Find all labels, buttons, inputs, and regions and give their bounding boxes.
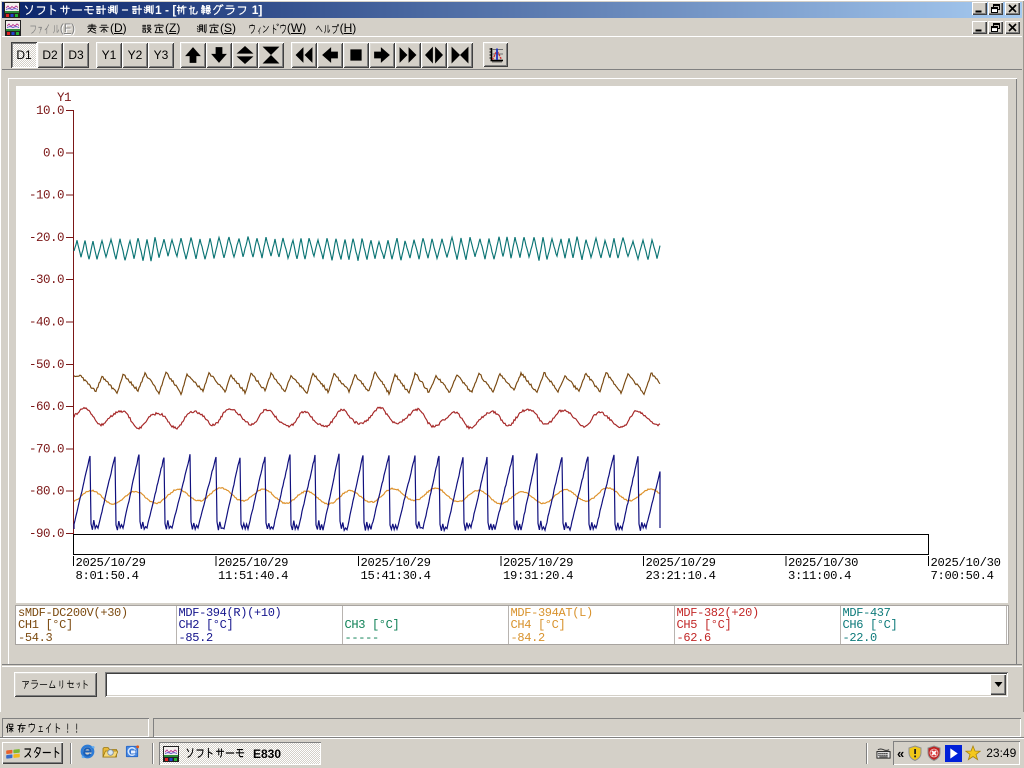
svg-text:15:41:30.4: 15:41:30.4 (361, 569, 431, 583)
svg-text:8:01:50.4: 8:01:50.4 (76, 569, 139, 583)
svg-text:-70.0: -70.0 (29, 442, 64, 456)
svg-text:23:21:10.4: 23:21:10.4 (646, 569, 716, 583)
svg-text:-20.0: -20.0 (29, 231, 64, 245)
svg-text:2025/10/29: 2025/10/29 (76, 556, 146, 570)
svg-text:0.0: 0.0 (43, 146, 64, 160)
svg-text:2025/10/29: 2025/10/29 (646, 556, 716, 570)
svg-text:10.0: 10.0 (36, 104, 64, 118)
svg-text:-10.0: -10.0 (29, 189, 64, 203)
svg-text:2025/10/30: 2025/10/30 (931, 556, 1001, 570)
svg-text:2025/10/29: 2025/10/29 (361, 556, 431, 570)
svg-text:11:51:40.4: 11:51:40.4 (218, 569, 288, 583)
svg-text:2025/10/29: 2025/10/29 (503, 556, 573, 570)
svg-text:19:31:20.4: 19:31:20.4 (503, 569, 573, 583)
svg-text:2025/10/29: 2025/10/29 (218, 556, 288, 570)
svg-text:-80.0: -80.0 (29, 485, 64, 499)
svg-text:Y1: Y1 (57, 91, 71, 105)
svg-text:2025/10/30: 2025/10/30 (788, 556, 858, 570)
svg-text:-60.0: -60.0 (29, 400, 64, 414)
svg-text:-30.0: -30.0 (29, 273, 64, 287)
svg-text:7:00:50.4: 7:00:50.4 (931, 569, 994, 583)
svg-text:-40.0: -40.0 (29, 316, 64, 330)
svg-text:-90.0: -90.0 (29, 527, 64, 541)
svg-text:-50.0: -50.0 (29, 358, 64, 372)
svg-text:3:11:00.4: 3:11:00.4 (788, 569, 851, 583)
